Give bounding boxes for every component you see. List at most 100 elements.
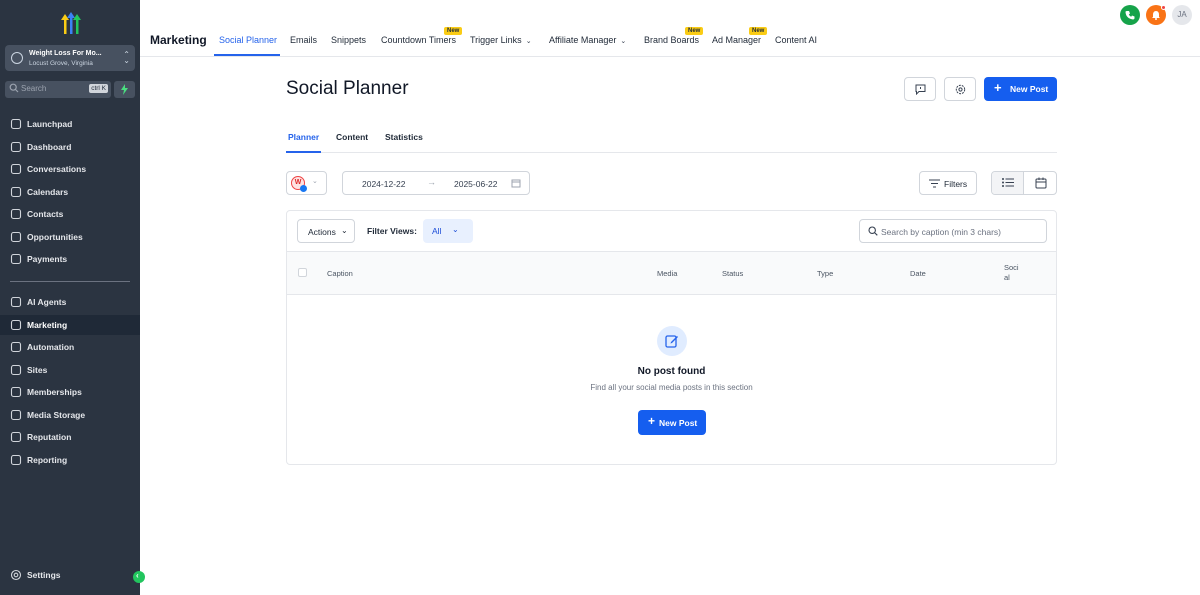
collapse-sidebar-button[interactable]: ‹ <box>133 571 145 583</box>
column-media[interactable]: Media <box>657 269 677 278</box>
contacts-icon <box>10 208 22 220</box>
sidebar-item-contacts[interactable]: Contacts <box>0 204 140 224</box>
quick-actions-button[interactable] <box>114 81 135 98</box>
sidebar-divider <box>10 281 130 282</box>
tab-snippets[interactable]: Snippets <box>331 35 366 45</box>
filter-views-value: All <box>432 226 442 236</box>
sidebar: Weight Loss For Mo... Locust Grove, Virg… <box>0 0 145 595</box>
user-avatar[interactable]: JA <box>1172 5 1192 25</box>
phone-icon <box>1125 11 1135 20</box>
chevron-down-icon: ⌄ <box>341 226 348 235</box>
sidebar-item-media-storage[interactable]: Media Storage <box>0 405 140 425</box>
sidebar-item-label: Calendars <box>27 187 69 197</box>
gear-icon <box>955 84 966 95</box>
account-location: Locust Grove, Virginia <box>29 60 93 67</box>
settings-button[interactable] <box>944 77 976 101</box>
search-icon <box>9 83 19 93</box>
subtab-statistics[interactable]: Statistics <box>385 132 423 142</box>
list-view-button[interactable] <box>992 172 1024 194</box>
search-icon <box>868 226 878 236</box>
calendar-view-button[interactable] <box>1025 172 1056 194</box>
sidebar-item-conversations[interactable]: Conversations <box>0 159 140 179</box>
filter-icon <box>929 179 940 188</box>
subtab-content[interactable]: Content <box>336 132 368 142</box>
sidebar-item-opportunities[interactable]: Opportunities <box>0 227 140 247</box>
tab-emails[interactable]: Emails <box>290 35 317 45</box>
tab-brand-boards[interactable]: Brand Boards <box>644 35 699 45</box>
sidebar-item-automation[interactable]: Automation <box>0 337 140 357</box>
active-tab-underline <box>214 54 280 56</box>
search-placeholder: Search by caption (min 3 chars) <box>881 227 1001 237</box>
sidebar-search[interactable]: Search ctrl K <box>5 81 111 98</box>
automation-icon <box>10 341 22 353</box>
tab-social-planner[interactable]: Social Planner <box>219 35 277 45</box>
column-status[interactable]: Status <box>722 269 743 278</box>
tab-affiliate-manager[interactable]: Affiliate Manager ⌄ <box>549 35 626 45</box>
sidebar-item-launchpad[interactable]: Launchpad <box>0 114 140 134</box>
sidebar-item-label: Reputation <box>27 432 72 442</box>
calendar-icon <box>1035 177 1047 189</box>
phone-button[interactable] <box>1120 5 1140 25</box>
filters-label: Filters <box>944 179 968 189</box>
sites-icon <box>10 364 22 376</box>
star-icon <box>10 431 22 443</box>
new-badge: New <box>444 27 463 35</box>
social-account-select[interactable]: W ⌄ <box>286 171 327 195</box>
chevron-down-icon: ⌄ <box>525 38 532 45</box>
new-post-button[interactable]: + New Post <box>638 410 706 435</box>
select-all-checkbox[interactable] <box>298 268 307 277</box>
subtab-planner[interactable]: Planner <box>288 132 319 142</box>
tab-trigger-links[interactable]: Trigger Links ⌄ <box>470 35 532 45</box>
sidebar-item-sites[interactable]: Sites <box>0 360 140 380</box>
sidebar-item-memberships[interactable]: Memberships <box>0 382 140 402</box>
sidebar-item-ai-agents[interactable]: AI Agents <box>0 292 140 312</box>
top-nav: Marketing Social Planner Emails Snippets… <box>140 0 1200 57</box>
actions-label: Actions <box>308 227 336 237</box>
app-logo[interactable] <box>57 10 85 36</box>
sidebar-item-settings[interactable]: Settings <box>0 565 140 585</box>
filters-button[interactable]: Filters <box>919 171 977 195</box>
sidebar-item-label: Marketing <box>27 320 68 330</box>
column-caption[interactable]: Caption <box>327 269 353 278</box>
sidebar-item-label: Settings <box>27 570 61 580</box>
new-badge: New <box>749 27 768 35</box>
account-switcher[interactable]: Weight Loss For Mo... Locust Grove, Virg… <box>5 45 135 71</box>
bell-icon <box>1152 11 1160 20</box>
sidebar-item-reputation[interactable]: Reputation <box>0 427 140 447</box>
caption-search-input[interactable]: Search by caption (min 3 chars) <box>859 219 1047 243</box>
sidebar-item-label: Opportunities <box>27 232 83 242</box>
posts-card: Actions ⌄ Filter Views: All ⌄ Search by … <box>286 210 1057 465</box>
sparkles-icon <box>10 296 22 308</box>
message-icon <box>915 84 926 95</box>
tab-ad-manager[interactable]: Ad Manager <box>712 35 761 45</box>
account-name: Weight Loss For Mo... <box>29 50 102 57</box>
sidebar-item-dashboard[interactable]: Dashboard <box>0 137 140 157</box>
sidebar-item-reporting[interactable]: Reporting <box>0 450 140 470</box>
actions-dropdown[interactable]: Actions ⌄ <box>297 219 355 243</box>
sidebar-item-calendars[interactable]: Calendars <box>0 182 140 202</box>
column-type[interactable]: Type <box>817 269 833 278</box>
active-subtab-underline <box>286 151 321 153</box>
image-icon <box>10 409 22 421</box>
view-toggle <box>991 171 1057 195</box>
list-icon <box>1002 178 1014 187</box>
tab-content-ai[interactable]: Content AI <box>775 35 817 45</box>
tab-countdown-timers[interactable]: Countdown Timers <box>381 35 456 45</box>
column-date[interactable]: Date <box>910 269 926 278</box>
sidebar-item-label: Media Storage <box>27 410 86 420</box>
sidebar-item-label: Contacts <box>27 209 64 219</box>
opportunities-icon <box>10 231 22 243</box>
date-range-picker[interactable]: 2024-12-22 → 2025-06-22 <box>342 171 530 195</box>
new-post-button[interactable]: + New Post <box>984 77 1057 101</box>
send-icon <box>10 319 22 331</box>
calendar-icon <box>10 186 22 198</box>
arrow-right-icon: → <box>427 177 436 187</box>
filter-views-select[interactable]: All ⌄ <box>423 219 473 243</box>
sidebar-item-payments[interactable]: Payments <box>0 249 140 269</box>
trend-icon <box>10 454 22 466</box>
payments-icon <box>10 253 22 265</box>
sidebar-item-marketing[interactable]: Marketing <box>0 315 140 335</box>
feedback-button[interactable] <box>904 77 936 101</box>
column-social[interactable]: Soci al <box>1004 263 1024 283</box>
table-header: Caption Media Status Type Date Soci al <box>287 251 1056 295</box>
